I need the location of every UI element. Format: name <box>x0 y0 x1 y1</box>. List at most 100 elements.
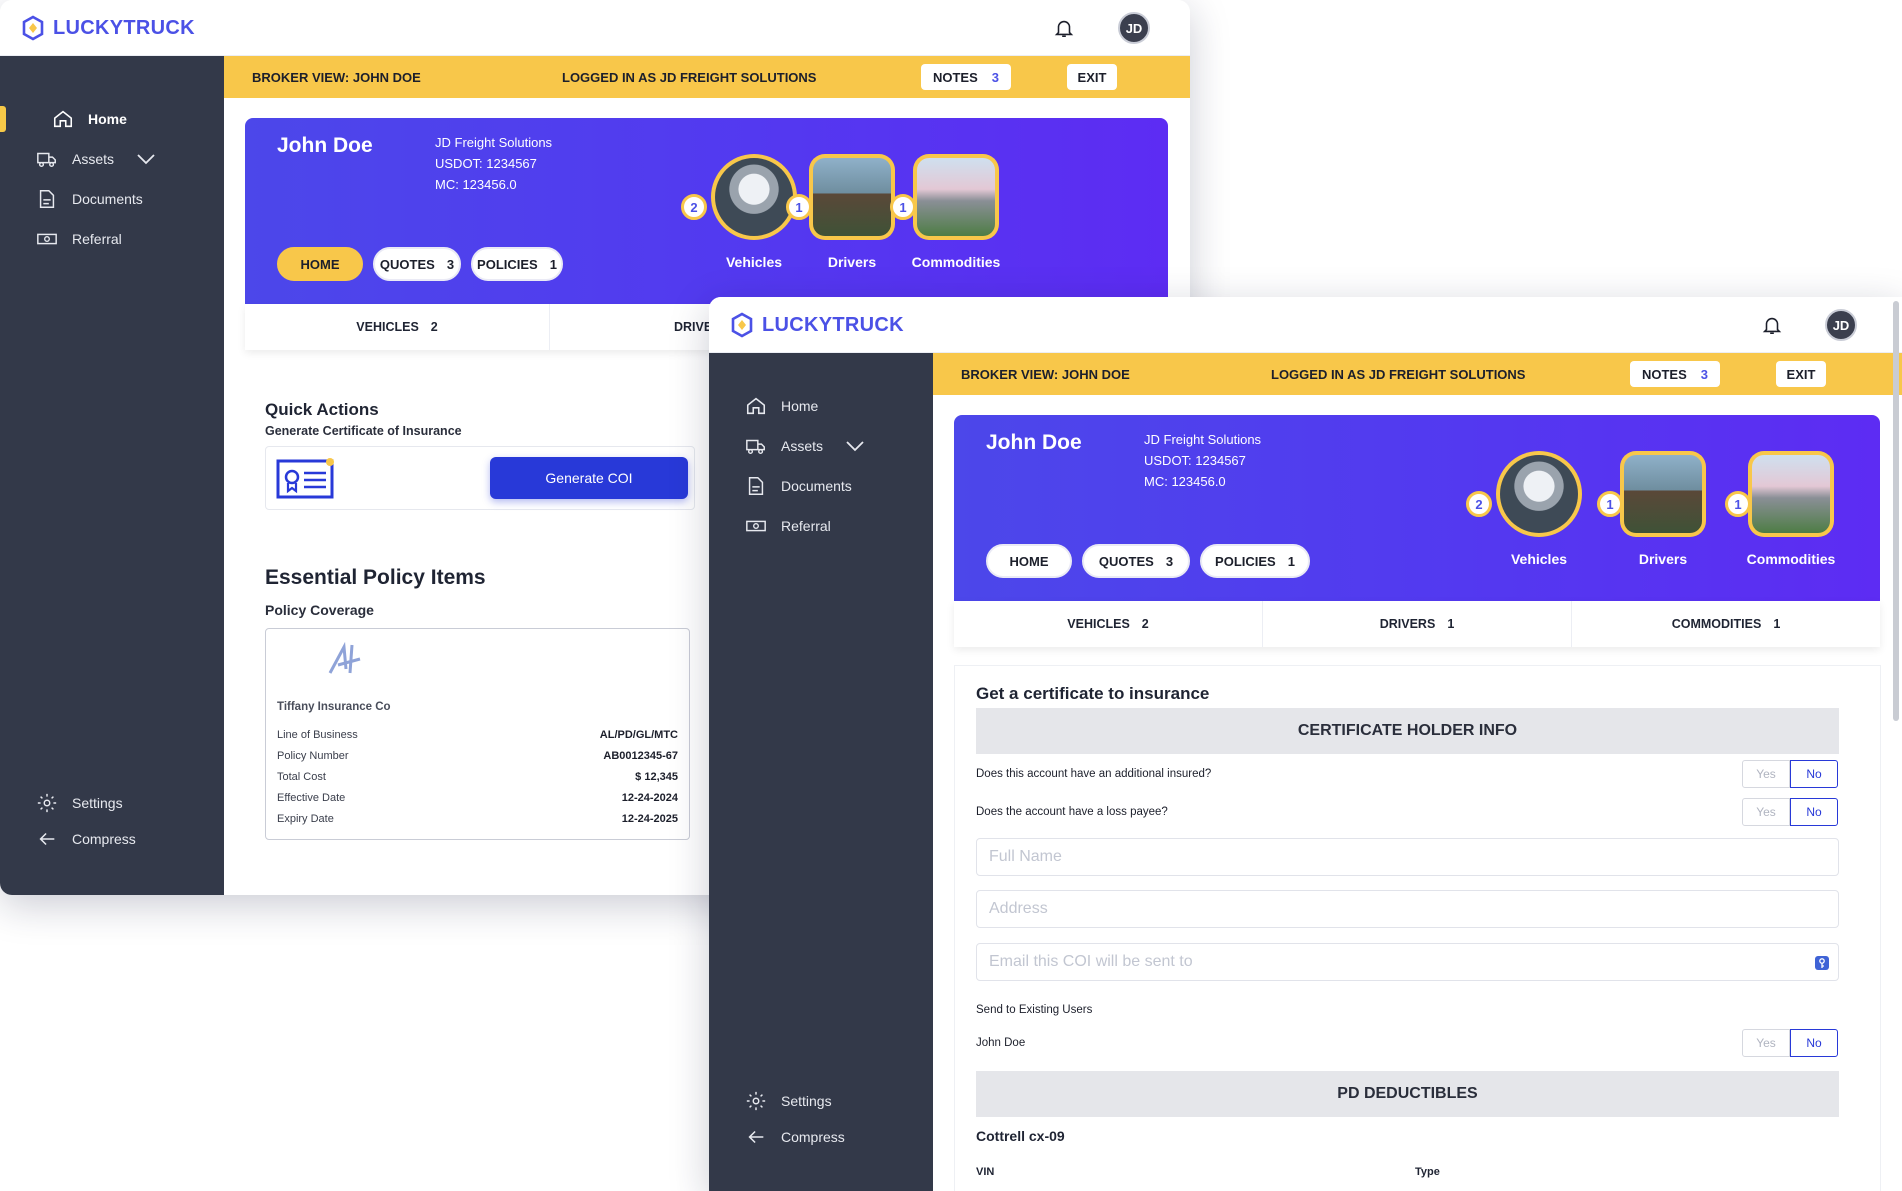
sidebar-item-assets[interactable]: Assets <box>36 148 156 170</box>
logo[interactable]: LUCKYTRUCK <box>729 312 904 338</box>
truck-image <box>1500 455 1578 533</box>
certificate-holder-section: CERTIFICATE HOLDER INFO <box>976 708 1839 754</box>
avatar[interactable]: JD <box>1825 309 1857 341</box>
logged-in-text: LOGGED IN AS JD FREIGHT SOLUTIONS <box>1271 367 1526 382</box>
notes-label: NOTES <box>1641 366 1687 382</box>
tab-count: 1 <box>1773 617 1781 631</box>
insurer-name: Tiffany Insurance Co <box>277 701 391 713</box>
broker-banner: BROKER VIEW: JOHN DOE LOGGED IN AS JD FR… <box>933 353 1902 395</box>
policy-value: 12-24-2024 <box>621 792 678 804</box>
arrow-left-icon <box>39 832 55 846</box>
policy-key: Effective Date <box>277 792 346 804</box>
commodities-count-badge: 1 <box>890 194 916 220</box>
sidebar-item-referral[interactable]: Referral <box>745 515 831 537</box>
sidebar-compress[interactable]: Compress <box>36 828 136 850</box>
sidebar-settings[interactable]: Settings <box>745 1090 832 1112</box>
drivers-tile[interactable] <box>1620 451 1706 537</box>
brand-name: LUCKYTRUCK <box>53 16 195 39</box>
exit-button[interactable]: EXIT <box>1067 64 1117 90</box>
tab-commodities[interactable]: COMMODITIES 1 <box>1572 601 1880 647</box>
yes-option[interactable]: Yes <box>1742 1029 1790 1057</box>
broker-banner: BROKER VIEW: JOHN DOE LOGGED IN AS JD FR… <box>224 56 1190 98</box>
policy-key: Expiry Date <box>277 813 334 825</box>
truck-icon <box>37 152 56 168</box>
scrollbar[interactable] <box>1893 301 1899 721</box>
drivers-tile[interactable] <box>809 154 895 240</box>
commodities-count-badge: 1 <box>1725 491 1751 517</box>
profile-hero: John Doe JD Freight Solutions USDOT: 123… <box>954 415 1880 601</box>
profile-meta: JD Freight Solutions USDOT: 1234567 MC: … <box>435 132 552 195</box>
policy-value: AB0012345-67 <box>603 750 678 762</box>
vehicles-tile[interactable] <box>1496 451 1582 537</box>
notes-label: NOTES <box>932 69 978 85</box>
tab-label: COMMODITIES <box>1671 617 1762 631</box>
quotes-count: 3 <box>446 256 455 272</box>
generate-coi-button[interactable]: Generate COI <box>490 457 688 499</box>
policy-row: Policy Number AB0012345-67 <box>277 750 678 762</box>
tab-vehicles[interactable]: VEHICLES 2 <box>954 601 1263 647</box>
commodities-tile[interactable] <box>1748 451 1834 537</box>
policy-card[interactable]: Tiffany Insurance Co Line of Business AL/… <box>265 628 690 840</box>
sidebar-item-home[interactable]: Home <box>745 395 818 417</box>
no-option[interactable]: No <box>1790 1029 1838 1057</box>
hero-policies-button[interactable]: POLICIES 1 <box>471 247 563 281</box>
sidebar-item-assets[interactable]: Assets <box>745 435 865 457</box>
hero-quotes-button[interactable]: QUOTES 3 <box>1082 544 1190 578</box>
vehicles-tile[interactable] <box>711 154 797 240</box>
tab-label: DRIVERS <box>1379 617 1436 631</box>
sidebar-item-documents[interactable]: Documents <box>745 475 852 497</box>
sidebar-compress[interactable]: Compress <box>745 1126 845 1148</box>
yes-option[interactable]: Yes <box>1742 798 1790 826</box>
tab-label: VEHICLES <box>1067 617 1130 631</box>
no-option[interactable]: No <box>1790 798 1838 826</box>
sidebar-item-documents[interactable]: Documents <box>36 188 143 210</box>
address-input[interactable]: Address <box>976 890 1839 928</box>
app-window-front: LUCKYTRUCK JD Home Assets Documents Refe… <box>709 297 1902 1191</box>
existing-user-name: John Doe <box>976 1037 1026 1049</box>
sidebar-item-label: Assets <box>781 438 824 454</box>
exit-button[interactable]: EXIT <box>1776 361 1826 387</box>
mc-number: MC: 123456.0 <box>435 177 517 192</box>
notes-button[interactable]: NOTES 3 <box>921 64 1011 90</box>
send-existing-label: Send to Existing Users <box>976 1004 1093 1016</box>
top-bar: LUCKYTRUCK JD <box>0 0 1190 56</box>
tab-drivers[interactable]: DRIVERS 1 <box>1263 601 1572 647</box>
notes-button[interactable]: NOTES 3 <box>1630 361 1720 387</box>
policy-key: Total Cost <box>277 771 326 783</box>
asset-tabs: VEHICLES 2 DRIVERS 1 COMMODITIES 1 <box>954 601 1880 647</box>
chevron-down-icon[interactable] <box>845 439 865 453</box>
sidebar-item-referral[interactable]: Referral <box>36 228 122 250</box>
logo-icon <box>22 15 44 41</box>
bell-icon[interactable] <box>1761 313 1783 337</box>
policy-key: Policy Number <box>277 750 349 762</box>
commodities-label: Commodities <box>1746 551 1836 567</box>
yes-option[interactable]: Yes <box>1742 760 1790 788</box>
chevron-down-icon[interactable] <box>136 152 156 166</box>
no-option[interactable]: No <box>1790 760 1838 788</box>
vehicles-count-badge: 2 <box>1466 491 1492 517</box>
truck-image <box>715 158 793 236</box>
main-content: BROKER VIEW: JOHN DOE LOGGED IN AS JD FR… <box>933 353 1902 1191</box>
broker-view-text: BROKER VIEW: JOHN DOE <box>961 367 1130 382</box>
sidebar-item-home[interactable]: Home <box>52 108 127 130</box>
insurer-logo-icon <box>328 641 361 674</box>
commodities-tile[interactable] <box>913 154 999 240</box>
email-input[interactable]: Email this COI will be sent to <box>976 943 1839 981</box>
loss-payee-toggle: Yes No <box>1742 798 1838 826</box>
tab-label: VEHICLES <box>356 320 419 334</box>
policies-count: 1 <box>1287 553 1295 569</box>
autofill-key-icon[interactable] <box>1814 955 1830 971</box>
tab-vehicles[interactable]: VEHICLES 2 <box>245 304 550 350</box>
avatar[interactable]: JD <box>1118 12 1150 44</box>
full-name-input[interactable]: Full Name <box>976 838 1839 876</box>
bell-icon[interactable] <box>1053 16 1075 40</box>
policy-key: Line of Business <box>277 729 358 741</box>
sidebar-settings[interactable]: Settings <box>36 792 123 814</box>
hero-quotes-button[interactable]: QUOTES 3 <box>373 247 461 281</box>
logo[interactable]: LUCKYTRUCK <box>20 15 195 41</box>
policies-label: POLICIES <box>1215 553 1276 569</box>
hero-home-button[interactable]: HOME <box>277 247 363 281</box>
hero-policies-button[interactable]: POLICIES 1 <box>1200 544 1310 578</box>
coi-form-card: Get a certificate to insurance CERTIFICA… <box>954 665 1881 1191</box>
hero-home-button[interactable]: HOME <box>986 544 1072 578</box>
